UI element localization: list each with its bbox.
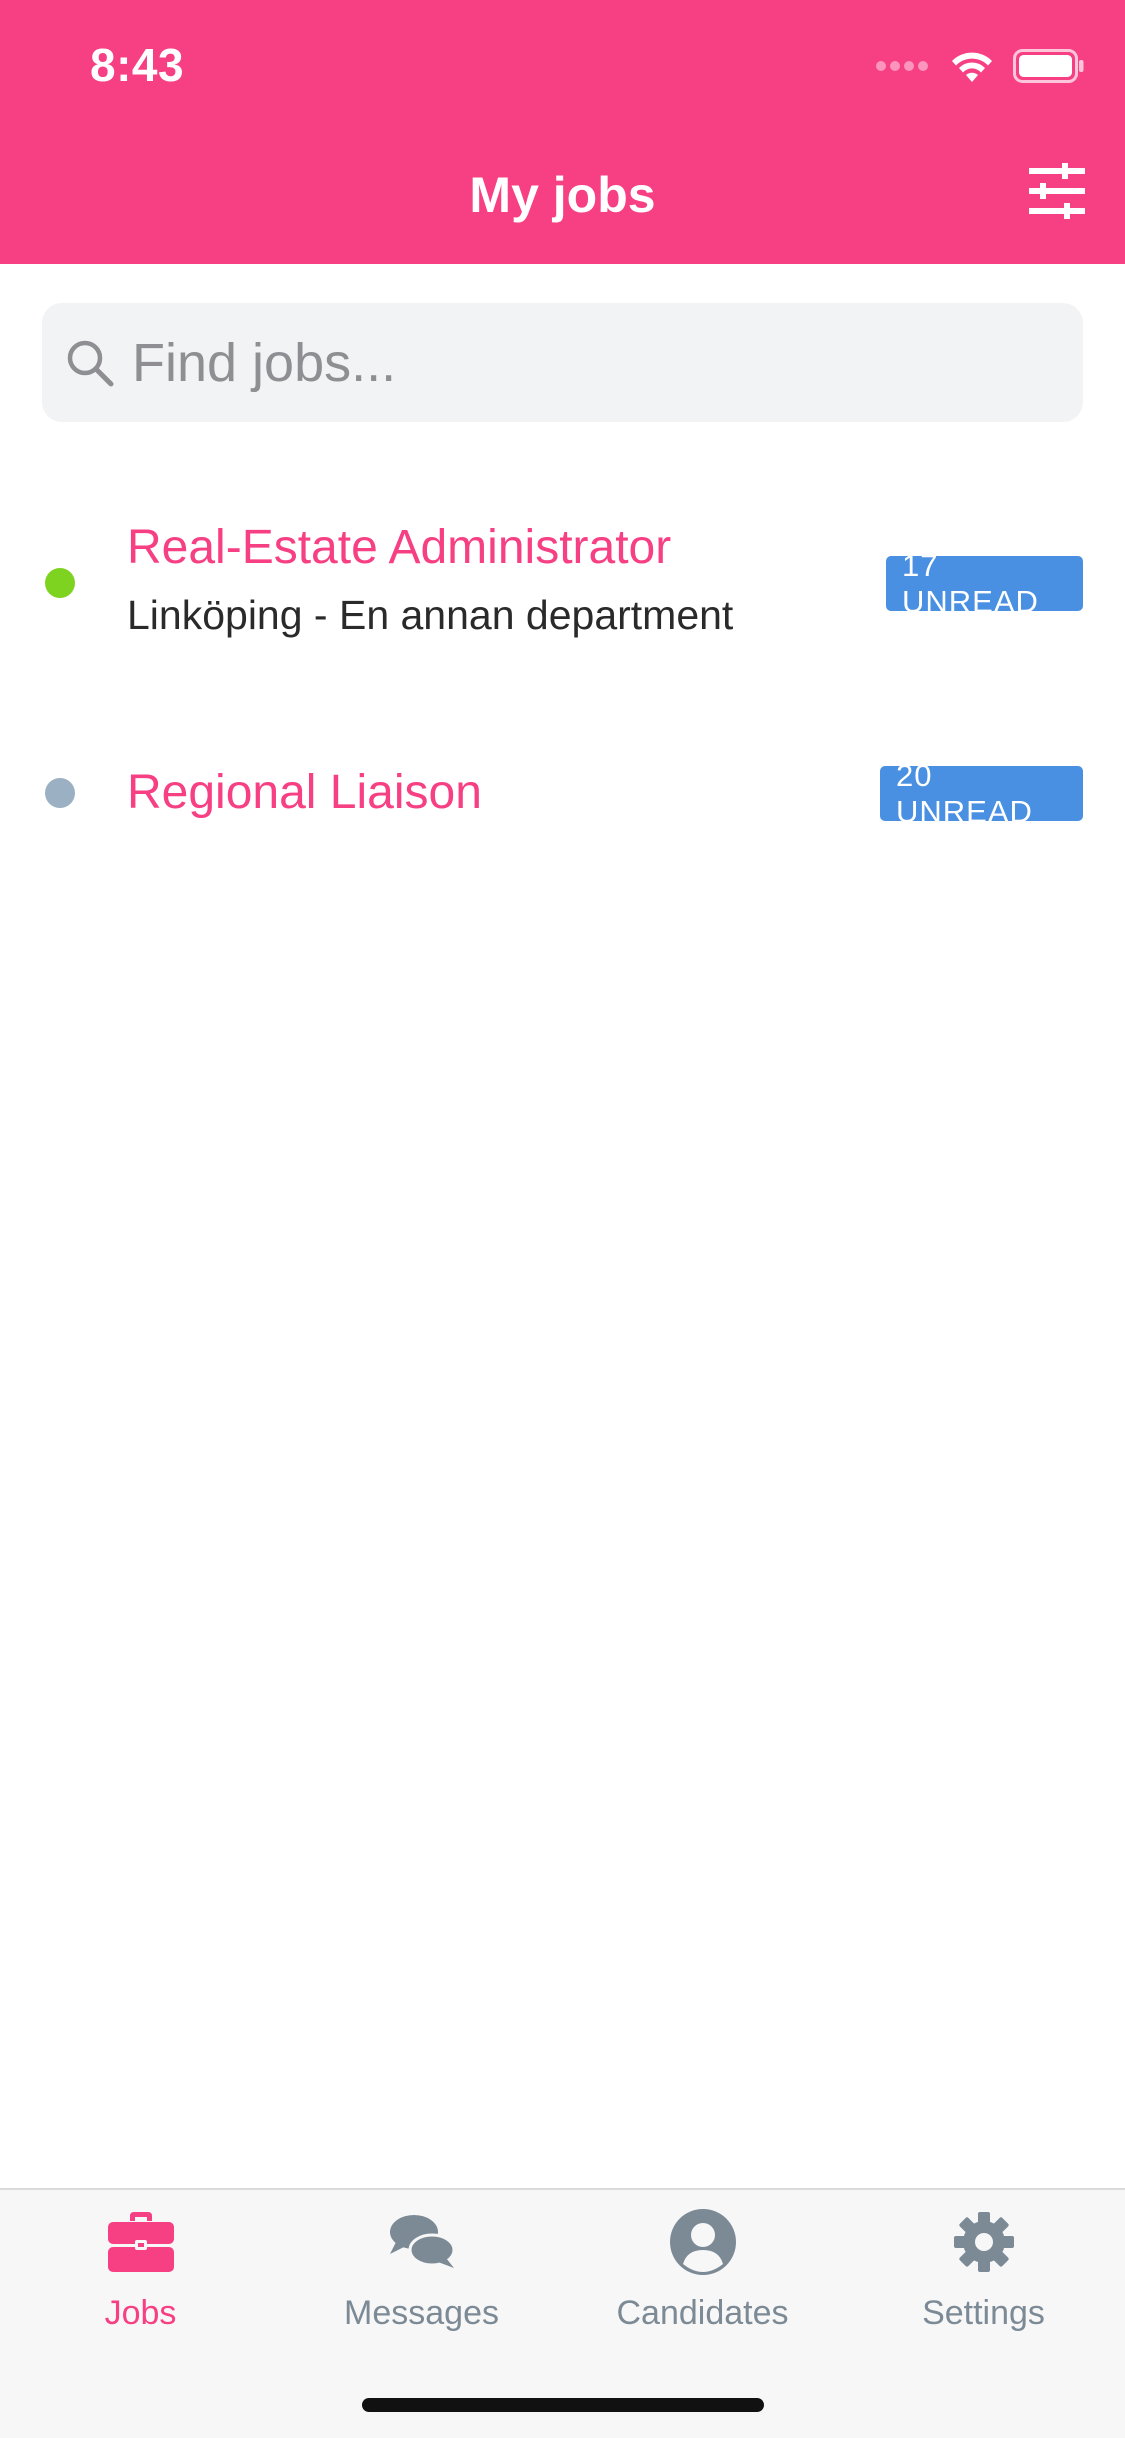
job-location: Linköping - En annan department	[127, 592, 734, 638]
job-status-dot	[45, 568, 75, 598]
unread-badge: 20 UNREAD	[880, 758, 1083, 829]
app-header: 8:43 My jobs	[0, 0, 1125, 264]
job-title: Real-Estate Administrator	[127, 521, 672, 574]
home-indicator[interactable]	[362, 2398, 764, 2412]
status-time: 8:43	[90, 39, 185, 91]
job-status-dot	[45, 778, 75, 808]
search-input[interactable]	[130, 330, 1034, 395]
tab-label: Jobs	[104, 2294, 177, 2332]
search-bar[interactable]	[42, 303, 1083, 422]
page-title: My jobs	[469, 167, 656, 223]
filter-button[interactable]	[1027, 162, 1085, 220]
sliders-icon	[1029, 163, 1085, 219]
tab-label: Messages	[344, 2294, 499, 2332]
chat-bubbles-icon	[389, 2215, 455, 2268]
search-icon	[67, 340, 114, 386]
cellular-signal-icon	[876, 61, 928, 71]
unread-badge: 17 UNREAD	[886, 548, 1083, 619]
job-list-item[interactable]: Regional Liaison 20 UNREAD	[0, 745, 1125, 840]
briefcase-icon	[107, 2212, 174, 2272]
tab-jobs[interactable]: Jobs	[0, 2190, 281, 2360]
tab-label: Settings	[922, 2294, 1045, 2332]
tab-label: Candidates	[616, 2294, 789, 2332]
status-icons	[875, 48, 1085, 84]
tab-messages[interactable]: Messages	[281, 2190, 562, 2360]
wifi-icon	[952, 52, 992, 82]
tab-candidates[interactable]: Candidates	[562, 2190, 843, 2360]
user-circle-icon	[669, 2209, 736, 2275]
job-title: Regional Liaison	[127, 766, 482, 819]
battery-icon	[1013, 49, 1084, 83]
gear-icon	[953, 2212, 1014, 2272]
job-list-item[interactable]: Real-Estate Administrator Linköping - En…	[0, 510, 1125, 655]
tab-settings[interactable]: Settings	[843, 2190, 1124, 2360]
